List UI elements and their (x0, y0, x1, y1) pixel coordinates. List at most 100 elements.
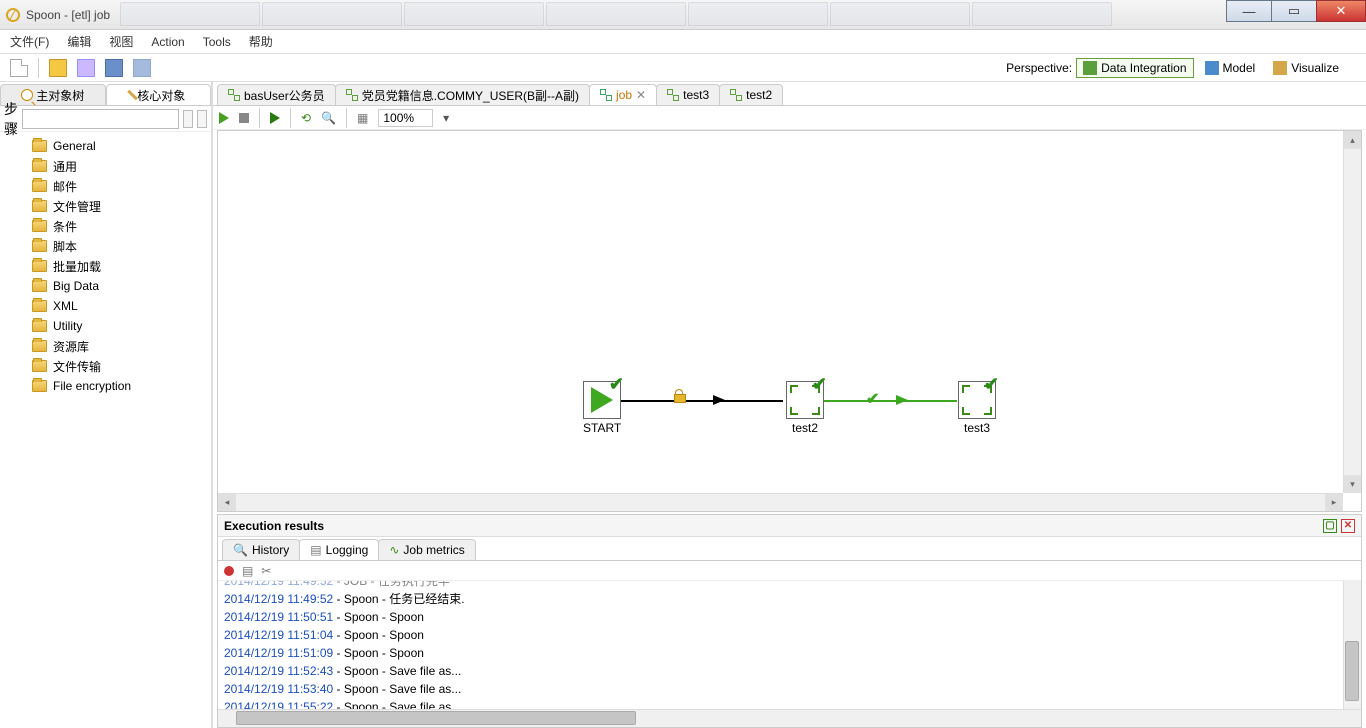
metrics-icon: ∿ (389, 543, 399, 557)
pause-icon[interactable] (239, 113, 249, 123)
close-button[interactable]: ✕ (1316, 0, 1366, 22)
explore-icon[interactable] (77, 59, 95, 77)
menu-file[interactable]: 文件(F) (10, 33, 49, 50)
debug-icon[interactable]: ⟲ (301, 111, 311, 125)
data-integration-icon (1083, 61, 1097, 75)
document-tabs: basUser公务员党员党籍信息.COMMY_USER(B副--A副)job✕t… (213, 82, 1366, 106)
log-vscrollbar[interactable] (1343, 581, 1361, 709)
arrow-icon (896, 395, 908, 405)
new-file-icon[interactable] (10, 59, 28, 77)
transformation-icon (346, 89, 358, 101)
canvas-toolbar: ⟲ 🔍 ▦ 100% ▾ (213, 106, 1366, 130)
tree-folder-item[interactable]: 资源库 (0, 336, 211, 356)
tree-folder-item[interactable]: Big Data (0, 276, 211, 296)
zoom-dropdown-icon[interactable]: ▾ (443, 111, 449, 125)
maximize-panel-button[interactable]: ▢ (1323, 519, 1337, 533)
log-line: 2014/12/19 11:52:43 - Spoon - Save file … (224, 662, 1355, 680)
zoom-select[interactable]: 100% (378, 109, 433, 127)
close-panel-button[interactable]: ✕ (1341, 519, 1355, 533)
magnifier-icon (21, 89, 33, 101)
run-icon[interactable] (219, 112, 229, 124)
check-icon: ✔ (609, 374, 624, 395)
doc-tab[interactable]: basUser公务员 (217, 84, 336, 105)
exec-tab-logging[interactable]: ▤Logging (299, 539, 379, 560)
canvas-vscrollbar[interactable]: ▴▾ (1343, 131, 1361, 493)
tree-folder-item[interactable]: 批量加载 (0, 256, 211, 276)
doc-tab[interactable]: test2 (719, 84, 783, 105)
background-browser-tabs (120, 2, 1112, 26)
tree-folder-item[interactable]: General (0, 136, 211, 156)
sidebar-tab-core-objects[interactable]: 核心对象 (106, 84, 212, 105)
menu-view[interactable]: 视图 (109, 33, 133, 50)
job-node-test3[interactable]: ✔test3 (958, 381, 996, 435)
tree-folder-item[interactable]: 邮件 (0, 176, 211, 196)
tree-folder-item[interactable]: Utility (0, 316, 211, 336)
save-icon[interactable] (105, 59, 123, 77)
canvas-hscrollbar[interactable]: ◂▸ (218, 493, 1343, 511)
menu-edit[interactable]: 编辑 (67, 33, 91, 50)
tree-folder-item[interactable]: XML (0, 296, 211, 316)
tree-folder-item[interactable]: 条件 (0, 216, 211, 236)
main-toolbar: Perspective: Data Integration Model Visu… (0, 54, 1366, 82)
perspective-label: Perspective: (1006, 61, 1072, 75)
log-output[interactable]: 2014/12/19 11:49:52 - JOB - 任务执行完毕 2014/… (218, 581, 1361, 709)
perspective-data-integration[interactable]: Data Integration (1076, 58, 1193, 78)
check-icon: ✔ (866, 389, 879, 409)
tree-folder-item[interactable]: 文件传输 (0, 356, 211, 376)
doc-tab[interactable]: 党员党籍信息.COMMY_USER(B副--A副) (335, 84, 590, 105)
tree-folder-item[interactable]: File encryption (0, 376, 211, 396)
window-title: Spoon - [etl] job (26, 8, 110, 22)
preview-icon[interactable] (270, 112, 280, 124)
transformation-icon (667, 89, 679, 101)
doc-tab[interactable]: job✕ (589, 84, 657, 105)
folder-icon (32, 380, 47, 392)
connection-start-test2[interactable] (621, 400, 783, 402)
history-icon: 🔍 (233, 543, 248, 557)
folder-icon (32, 240, 47, 252)
menu-tools[interactable]: Tools (203, 35, 231, 49)
doc-tab[interactable]: test3 (656, 84, 720, 105)
replay-icon[interactable]: 🔍 (321, 111, 336, 125)
folder-icon (32, 220, 47, 232)
log-settings-icon[interactable]: ▤ (242, 564, 253, 578)
canvas-area[interactable]: ✔ http://blog.csdn.net/dirful ✔START✔tes… (217, 130, 1362, 512)
sql-icon[interactable]: ▦ (357, 111, 368, 125)
minimize-button[interactable]: — (1226, 0, 1272, 22)
job-node-test2[interactable]: ✔test2 (786, 381, 824, 435)
job-node-start[interactable]: ✔START (583, 381, 621, 435)
menu-help[interactable]: 帮助 (249, 33, 273, 50)
transformation-icon (600, 89, 612, 101)
check-icon: ✔ (984, 374, 999, 395)
log-toolbar: ▤ ✂ (218, 561, 1361, 581)
connection-test2-test3[interactable] (824, 400, 957, 402)
sidebar: 主对象树 核心对象 步骤 General通用邮件文件管理条件脚本批量加载Big … (0, 82, 213, 728)
expand-all-button[interactable] (183, 110, 193, 128)
log-line: 2014/12/19 11:49:52 - JOB - 任务执行完毕 (224, 581, 1355, 590)
folder-icon (32, 360, 47, 372)
close-tab-icon[interactable]: ✕ (636, 88, 646, 102)
execution-results-panel: Execution results ▢ ✕ 🔍History▤Logging∿J… (217, 514, 1362, 728)
maximize-button[interactable]: ▭ (1271, 0, 1317, 22)
steps-search-input[interactable] (22, 109, 179, 129)
tree-folder-item[interactable]: 通用 (0, 156, 211, 176)
steps-tree[interactable]: General通用邮件文件管理条件脚本批量加载Big DataXMLUtilit… (0, 132, 211, 728)
logging-icon: ▤ (310, 543, 321, 557)
save-as-icon[interactable] (133, 59, 151, 77)
collapse-all-button[interactable] (197, 110, 207, 128)
exec-tab-history[interactable]: 🔍History (222, 539, 300, 560)
titlebar: Spoon - [etl] job — ▭ ✕ (0, 0, 1366, 30)
log-hscrollbar[interactable] (218, 709, 1361, 727)
folder-icon (32, 300, 47, 312)
clear-log-icon[interactable] (224, 566, 234, 576)
tree-folder-item[interactable]: 脚本 (0, 236, 211, 256)
perspective-model[interactable]: Model (1198, 58, 1263, 78)
tree-folder-item[interactable]: 文件管理 (0, 196, 211, 216)
open-folder-icon[interactable] (49, 59, 67, 77)
folder-icon (32, 280, 47, 292)
log-line: 2014/12/19 11:53:40 - Spoon - Save file … (224, 680, 1355, 698)
menu-action[interactable]: Action (151, 35, 184, 49)
perspective-visualize[interactable]: Visualize (1266, 58, 1346, 78)
log-tools-icon[interactable]: ✂ (261, 564, 271, 578)
exec-tab-job-metrics[interactable]: ∿Job metrics (378, 539, 475, 560)
visualize-icon (1273, 61, 1287, 75)
